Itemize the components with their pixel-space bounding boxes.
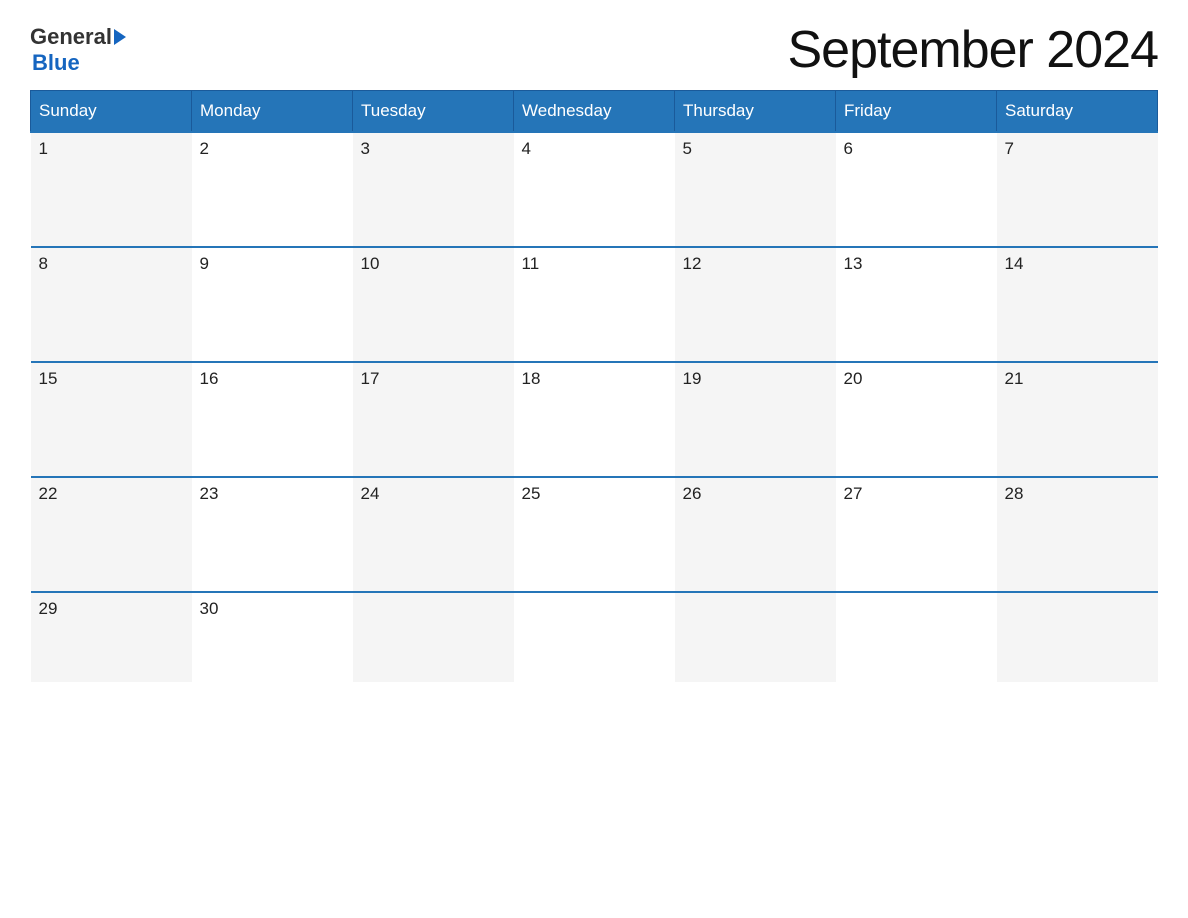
day-number: 21 xyxy=(1005,369,1024,388)
day-number: 13 xyxy=(844,254,863,273)
day-cell: 27 xyxy=(836,477,997,592)
day-cell: 23 xyxy=(192,477,353,592)
empty-day-cell xyxy=(997,592,1158,682)
day-cell: 6 xyxy=(836,132,997,247)
calendar-week-row: 1 2 3 4 5 6 7 xyxy=(31,132,1158,247)
page-header: General Blue September 2024 xyxy=(30,20,1158,80)
day-cell: 18 xyxy=(514,362,675,477)
day-number: 17 xyxy=(361,369,380,388)
weekday-header-monday: Monday xyxy=(192,91,353,133)
day-number: 20 xyxy=(844,369,863,388)
logo: General Blue xyxy=(30,24,128,76)
logo-triangle-icon xyxy=(114,29,126,45)
day-cell: 16 xyxy=(192,362,353,477)
day-cell: 19 xyxy=(675,362,836,477)
day-cell: 4 xyxy=(514,132,675,247)
calendar-week-row: 22 23 24 25 26 27 28 xyxy=(31,477,1158,592)
calendar-table: SundayMondayTuesdayWednesdayThursdayFrid… xyxy=(30,90,1158,682)
day-number: 10 xyxy=(361,254,380,273)
day-cell: 21 xyxy=(997,362,1158,477)
calendar-header: SundayMondayTuesdayWednesdayThursdayFrid… xyxy=(31,91,1158,133)
day-number: 27 xyxy=(844,484,863,503)
day-number: 19 xyxy=(683,369,702,388)
day-cell: 29 xyxy=(31,592,192,682)
day-number: 3 xyxy=(361,139,370,158)
calendar-week-row: 29 30 xyxy=(31,592,1158,682)
day-cell: 15 xyxy=(31,362,192,477)
day-cell: 10 xyxy=(353,247,514,362)
day-cell: 5 xyxy=(675,132,836,247)
day-number: 14 xyxy=(1005,254,1024,273)
empty-day-cell xyxy=(353,592,514,682)
day-number: 5 xyxy=(683,139,692,158)
day-cell: 30 xyxy=(192,592,353,682)
day-number: 26 xyxy=(683,484,702,503)
month-title: September 2024 xyxy=(788,20,1159,80)
day-number: 29 xyxy=(39,599,58,618)
day-number: 12 xyxy=(683,254,702,273)
day-number: 24 xyxy=(361,484,380,503)
day-cell: 24 xyxy=(353,477,514,592)
weekday-header-friday: Friday xyxy=(836,91,997,133)
day-number: 15 xyxy=(39,369,58,388)
day-number: 9 xyxy=(200,254,209,273)
day-cell: 1 xyxy=(31,132,192,247)
weekday-header-sunday: Sunday xyxy=(31,91,192,133)
logo-blue-text: Blue xyxy=(32,50,80,76)
day-cell: 9 xyxy=(192,247,353,362)
day-number: 2 xyxy=(200,139,209,158)
day-cell: 13 xyxy=(836,247,997,362)
day-cell: 28 xyxy=(997,477,1158,592)
day-cell: 20 xyxy=(836,362,997,477)
day-number: 18 xyxy=(522,369,541,388)
calendar-week-row: 15 16 17 18 19 20 21 xyxy=(31,362,1158,477)
weekday-header-row: SundayMondayTuesdayWednesdayThursdayFrid… xyxy=(31,91,1158,133)
day-cell: 17 xyxy=(353,362,514,477)
day-number: 16 xyxy=(200,369,219,388)
calendar-body: 1234567891011121314151617181920212223242… xyxy=(31,132,1158,682)
day-number: 8 xyxy=(39,254,48,273)
weekday-header-saturday: Saturday xyxy=(997,91,1158,133)
logo-general-text: General xyxy=(30,24,112,50)
day-number: 4 xyxy=(522,139,531,158)
day-cell: 25 xyxy=(514,477,675,592)
day-number: 6 xyxy=(844,139,853,158)
day-cell: 22 xyxy=(31,477,192,592)
empty-day-cell xyxy=(675,592,836,682)
day-cell: 7 xyxy=(997,132,1158,247)
empty-day-cell xyxy=(836,592,997,682)
day-number: 1 xyxy=(39,139,48,158)
day-cell: 2 xyxy=(192,132,353,247)
day-cell: 11 xyxy=(514,247,675,362)
day-cell: 26 xyxy=(675,477,836,592)
weekday-header-thursday: Thursday xyxy=(675,91,836,133)
day-number: 30 xyxy=(200,599,219,618)
weekday-header-tuesday: Tuesday xyxy=(353,91,514,133)
day-number: 22 xyxy=(39,484,58,503)
day-number: 7 xyxy=(1005,139,1014,158)
day-number: 25 xyxy=(522,484,541,503)
day-number: 23 xyxy=(200,484,219,503)
empty-day-cell xyxy=(514,592,675,682)
weekday-header-wednesday: Wednesday xyxy=(514,91,675,133)
day-cell: 12 xyxy=(675,247,836,362)
day-cell: 3 xyxy=(353,132,514,247)
day-number: 28 xyxy=(1005,484,1024,503)
day-cell: 14 xyxy=(997,247,1158,362)
day-number: 11 xyxy=(522,254,540,273)
calendar-week-row: 8 9 10 11 12 13 14 xyxy=(31,247,1158,362)
day-cell: 8 xyxy=(31,247,192,362)
